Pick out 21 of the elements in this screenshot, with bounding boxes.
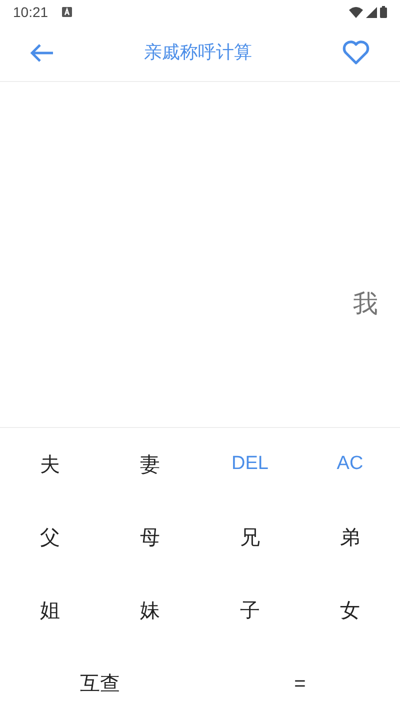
- keypad-key[interactable]: 弟: [300, 501, 400, 574]
- display-text: 我: [353, 288, 378, 320]
- notification-icon: [62, 7, 72, 17]
- status-time: 10:21: [13, 2, 48, 22]
- wifi-icon: [349, 6, 363, 18]
- keypad-key[interactable]: =: [200, 647, 400, 720]
- keypad-key[interactable]: 子: [200, 574, 300, 647]
- keypad-key[interactable]: 妹: [100, 574, 200, 647]
- keypad-key[interactable]: 母: [100, 501, 200, 574]
- back-arrow-icon: [30, 42, 54, 62]
- heart-icon: [342, 40, 370, 65]
- battery-icon: [380, 6, 387, 18]
- page-title: 亲戚称呼计算: [144, 41, 252, 64]
- keypad-key[interactable]: 互查: [0, 647, 200, 720]
- keypad-key[interactable]: 女: [300, 574, 400, 647]
- keypad-key[interactable]: 夫: [0, 428, 100, 501]
- signal-icon: [366, 6, 377, 18]
- keypad-key[interactable]: 姐: [0, 574, 100, 647]
- keypad-key[interactable]: 妻: [100, 428, 200, 501]
- keypad-key[interactable]: 兄: [200, 501, 300, 574]
- keypad-key[interactable]: 父: [0, 501, 100, 574]
